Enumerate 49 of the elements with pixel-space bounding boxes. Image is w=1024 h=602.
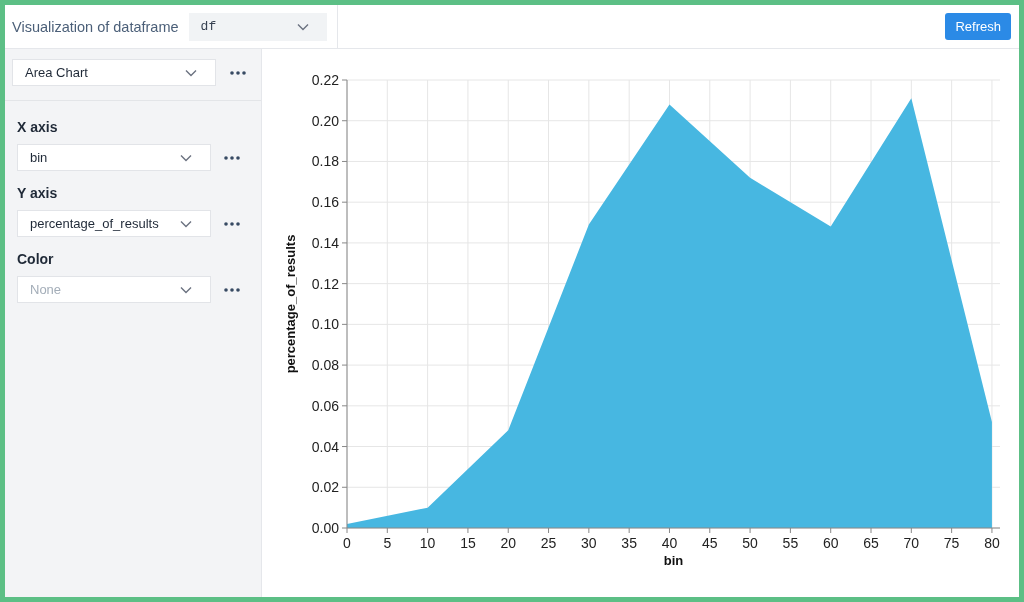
x-tick-label: 50 <box>742 535 758 551</box>
x-tick-label: 40 <box>661 535 678 551</box>
x-tick-label: 10 <box>419 535 436 551</box>
y-tick-label: 0.12 <box>311 275 339 292</box>
x-tick-label: 35 <box>621 535 637 551</box>
y-tick-label: 0.00 <box>311 520 339 536</box>
dataframe-dropdown[interactable]: df <box>188 12 327 41</box>
x-tick-label: 30 <box>581 535 597 551</box>
chevron-down-icon <box>180 285 192 294</box>
chevron-down-icon <box>296 22 309 31</box>
chart-type-dropdown[interactable]: Area Chart <box>12 59 216 86</box>
x-tick-label: 55 <box>782 535 799 551</box>
header-title: Visualization of dataframe <box>12 18 179 35</box>
y-tick-label: 0.20 <box>311 112 339 129</box>
x-tick-label: 80 <box>984 535 1000 551</box>
y-tick-label: 0.08 <box>311 357 339 374</box>
field-label: Y axis <box>17 185 59 201</box>
y-tick-label: 0.06 <box>311 397 339 414</box>
x-axis-title: bin <box>663 553 684 568</box>
field-dropdown[interactable]: bin <box>17 144 211 171</box>
chevron-down-icon <box>180 219 192 228</box>
y-tick-label: 0.14 <box>311 234 339 251</box>
y-tick-label: 0.04 <box>311 438 339 455</box>
x-tick-label: 75 <box>943 535 960 551</box>
field-label: Color <box>17 251 55 267</box>
x-tick-label: 15 <box>460 535 476 551</box>
y-tick-label: 0.18 <box>311 153 339 170</box>
more-icon[interactable] <box>224 221 240 226</box>
chevron-down-icon <box>185 68 197 77</box>
field-dropdown[interactable]: percentage_of_results <box>17 210 211 237</box>
x-tick-label: 20 <box>500 535 516 551</box>
x-tick-label: 5 <box>383 535 392 551</box>
x-tick-label: 60 <box>822 535 839 551</box>
y-tick-label: 0.22 <box>311 72 339 88</box>
x-tick-label: 0 <box>343 535 351 551</box>
x-tick-label: 70 <box>903 535 920 551</box>
y-tick-label: 0.02 <box>311 479 339 496</box>
chevron-down-icon <box>180 153 192 162</box>
y-axis-title: percentage_of_results <box>283 234 298 374</box>
x-tick-label: 65 <box>863 535 879 551</box>
more-icon[interactable] <box>230 70 246 75</box>
more-icon[interactable] <box>224 287 240 292</box>
more-icon[interactable] <box>224 155 240 160</box>
y-tick-label: 0.16 <box>311 194 339 211</box>
refresh-button[interactable]: Refresh <box>945 13 1011 40</box>
x-tick-label: 45 <box>702 535 718 551</box>
field-label: X axis <box>17 119 59 135</box>
x-tick-label: 25 <box>540 535 557 551</box>
y-tick-label: 0.10 <box>311 316 339 333</box>
